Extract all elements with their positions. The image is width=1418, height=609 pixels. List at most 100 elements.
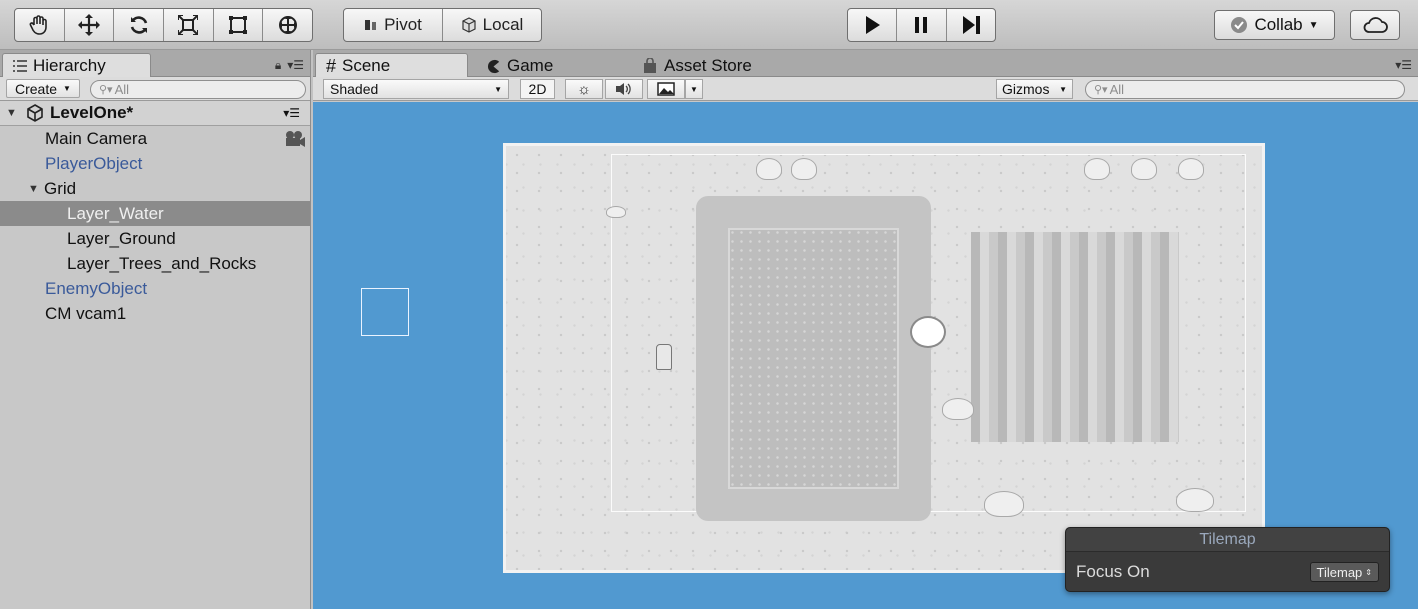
selection-gizmo[interactable] xyxy=(361,288,409,336)
scene-root-row[interactable]: ▼ LevelOne* ▾☰ xyxy=(0,101,310,126)
speaker-icon xyxy=(616,83,631,95)
lighting-toggle[interactable]: ☼ xyxy=(565,79,603,99)
check-circle-icon xyxy=(1231,17,1248,33)
tab-hierarchy-label: Hierarchy xyxy=(33,56,106,75)
rock-sprite xyxy=(942,398,974,420)
create-label: Create xyxy=(15,80,58,97)
tab-game[interactable]: Game xyxy=(475,53,615,78)
scene-view-toolbar: Shaded ▼ 2D ☼ ▼ Gizmos ▼ ⚲▾ All xyxy=(313,77,1418,101)
effects-toggle[interactable] xyxy=(647,79,685,99)
focus-on-dropdown[interactable]: Tilemap ⇕ xyxy=(1309,562,1379,582)
tree-item-grid[interactable]: ▼ Grid xyxy=(0,176,310,201)
tree-item-layer-trees-and-rocks[interactable]: Layer_Trees_and_Rocks xyxy=(0,251,310,276)
rock-sprite xyxy=(984,491,1024,517)
tree-item-layer-water[interactable]: Layer_Water xyxy=(0,201,310,226)
bush-sprite xyxy=(1084,158,1110,180)
dropdown-arrow-icon: ▼ xyxy=(494,84,502,94)
dropdown-arrow-icon: ▼ xyxy=(1308,19,1319,31)
tree-item-label: EnemyObject xyxy=(45,278,148,298)
rock-sprite xyxy=(606,206,626,218)
camera-icon xyxy=(286,130,305,147)
tree-item-cm-vcam1[interactable]: CM vcam1 xyxy=(0,301,310,326)
dropdown-arrow-icon: ▼ xyxy=(1059,84,1067,94)
rect-tool-button[interactable] xyxy=(214,9,264,41)
collab-dropdown[interactable]: Collab ▼ xyxy=(1214,10,1335,40)
tree-item-label: Grid xyxy=(44,178,77,198)
rotate-tool-button[interactable] xyxy=(114,9,165,41)
transform-tool-button[interactable] xyxy=(263,9,312,41)
collab-label: Collab xyxy=(1254,15,1303,34)
scale-icon xyxy=(178,15,199,35)
shading-mode-value: Shaded xyxy=(330,81,379,97)
tree-item-label: Main Camera xyxy=(45,128,148,148)
image-icon xyxy=(657,82,675,96)
audio-toggle[interactable] xyxy=(605,79,643,99)
bush-sprite xyxy=(791,158,817,180)
play-button[interactable] xyxy=(848,9,898,41)
overlay-title: Tilemap xyxy=(1066,528,1389,552)
rotate-icon xyxy=(130,16,147,34)
scene-name: LevelOne* xyxy=(50,103,134,122)
dropdown-arrow-icon: ▼ xyxy=(63,84,71,93)
panel-menu-icon[interactable]: ▾☰ xyxy=(287,58,304,73)
tab-scene-label: Scene xyxy=(342,56,391,75)
updown-arrow-icon: ⇕ xyxy=(1365,567,1372,577)
transform-tools xyxy=(14,8,313,42)
hierarchy-search-input[interactable]: ⚲▾ All xyxy=(90,80,306,99)
hand-icon xyxy=(29,15,48,35)
bush-sprite xyxy=(1178,158,1204,180)
scale-tool-button[interactable] xyxy=(164,9,214,41)
scene-panel: # Scene Game Asset Store ▾☰ Shaded ▼ 2D … xyxy=(313,50,1418,609)
tree-item-main-camera[interactable]: Main Camera xyxy=(0,126,310,151)
tree-item-layer-ground[interactable]: Layer_Ground xyxy=(0,226,310,251)
tilemap-level xyxy=(503,143,1265,573)
cloud-button[interactable] xyxy=(1350,10,1400,40)
tab-asset-store[interactable]: Asset Store xyxy=(631,53,811,78)
search-icon: ⚲▾ xyxy=(1094,84,1108,96)
hand-tool-button[interactable] xyxy=(15,9,65,41)
tree-item-label: Layer_Ground xyxy=(67,228,176,248)
focus-on-value: Tilemap xyxy=(1316,564,1363,580)
mode-2d-toggle[interactable]: 2D xyxy=(520,79,555,99)
tilemap-focus-overlay: Tilemap Focus On Tilemap ⇕ xyxy=(1065,527,1390,592)
tree-item-enemy-object[interactable]: EnemyObject xyxy=(0,276,310,301)
tree-item-player-object[interactable]: PlayerObject xyxy=(0,151,310,176)
expand-arrow-icon[interactable]: ▼ xyxy=(6,107,20,119)
main-toolbar: Pivot Local Collab ▼ xyxy=(0,0,1418,50)
tab-scene[interactable]: # Scene xyxy=(315,53,468,78)
move-tool-button[interactable] xyxy=(65,9,115,41)
sun-icon: ☼ xyxy=(577,80,591,98)
rect-transform-icon xyxy=(229,16,248,34)
gizmos-label: Gizmos xyxy=(1002,81,1050,97)
pivot-icon xyxy=(365,20,377,30)
grid-hash-icon: # xyxy=(326,55,337,76)
move-icon xyxy=(78,14,100,36)
list-icon xyxy=(13,60,27,72)
cube-icon xyxy=(462,17,476,33)
dropdown-arrow-icon: ▼ xyxy=(690,84,698,94)
cloud-icon xyxy=(1363,17,1388,33)
scene-viewport[interactable]: Tilemap Focus On Tilemap ⇕ xyxy=(313,102,1418,609)
rock-sprite xyxy=(1176,488,1214,512)
step-button[interactable] xyxy=(947,9,995,41)
local-label: Local xyxy=(482,15,524,34)
create-dropdown[interactable]: Create ▼ xyxy=(6,79,80,98)
enemy-sprite[interactable] xyxy=(910,316,946,348)
lock-icon[interactable]: 🔒︎ xyxy=(275,58,281,73)
gizmos-dropdown[interactable]: Gizmos ▼ xyxy=(996,79,1073,99)
panel-menu-icon[interactable]: ▾☰ xyxy=(1395,58,1412,72)
shading-mode-dropdown[interactable]: Shaded ▼ xyxy=(323,79,509,99)
focus-on-row: Focus On Tilemap ⇕ xyxy=(1066,552,1389,592)
player-sprite[interactable] xyxy=(656,344,672,370)
scene-menu-icon[interactable]: ▾☰ xyxy=(283,106,300,120)
scene-search-input[interactable]: ⚲▾ All xyxy=(1085,80,1405,99)
search-icon: ⚲▾ xyxy=(99,84,113,96)
water-pond-with-bushes xyxy=(696,196,931,521)
effects-dropdown[interactable]: ▼ xyxy=(685,79,703,99)
local-button[interactable]: Local xyxy=(443,9,541,41)
expand-arrow-icon[interactable]: ▼ xyxy=(28,183,42,195)
tab-game-label: Game xyxy=(507,56,554,75)
pause-button[interactable] xyxy=(897,9,947,41)
pivot-button[interactable]: Pivot xyxy=(344,9,443,41)
tab-hierarchy[interactable]: Hierarchy xyxy=(2,53,151,78)
